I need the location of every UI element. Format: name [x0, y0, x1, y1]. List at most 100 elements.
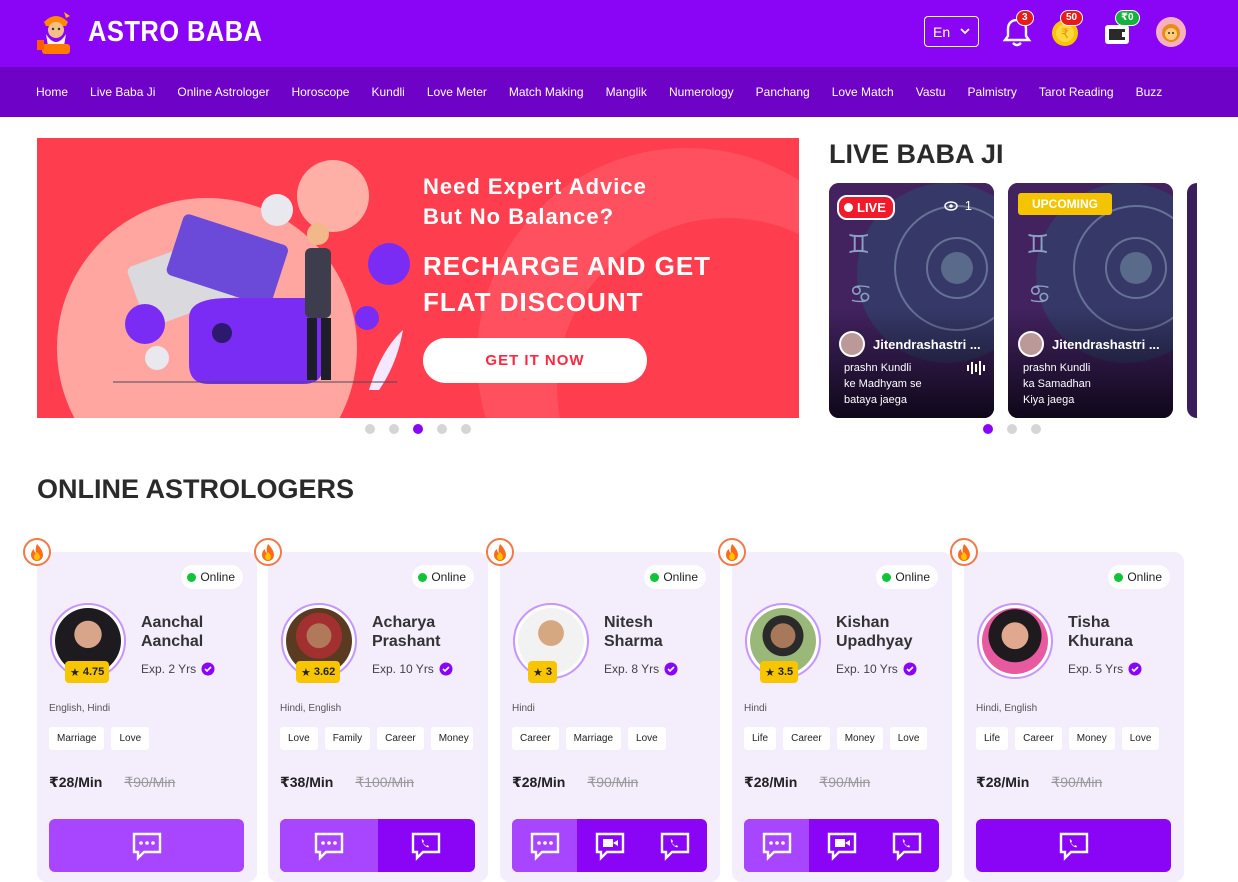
current-price: ₹28/Min	[512, 774, 566, 790]
expertise-tags: Marriage Love	[49, 727, 150, 750]
carousel-dot-active[interactable]	[413, 424, 423, 434]
astrologer-name[interactable]: Nitesh Sharma	[604, 613, 714, 651]
nav-manglik[interactable]: Manglik	[606, 85, 647, 99]
star-icon: ★	[70, 666, 80, 679]
chat-button[interactable]	[49, 819, 244, 872]
astrologer-card[interactable]: Online ★ 3 Nitesh Sharma Exp. 8 Yrs Hindi …	[486, 538, 720, 882]
chat-button[interactable]	[744, 819, 809, 872]
notification-button[interactable]: 3	[1002, 10, 1034, 48]
banner-subtitle-line-1: Need Expert Advice	[423, 174, 647, 199]
rating-value: 3.62	[313, 666, 336, 678]
online-status-label: Online	[431, 570, 466, 584]
astrologer-first-name: Kishan	[836, 614, 890, 631]
experience-text: Exp. 10 Yrs	[836, 662, 898, 676]
expertise-tags: Love Family Career Money	[280, 727, 473, 750]
astrologer-name[interactable]: Kishan Upadhyay	[836, 613, 946, 651]
trending-fire-icon	[718, 538, 746, 566]
next-live-card-peek[interactable]	[1187, 183, 1197, 418]
coins-button[interactable]: ₹ 50	[1050, 10, 1084, 48]
call-button[interactable]	[976, 819, 1171, 872]
get-it-now-button[interactable]: GET IT NOW	[423, 338, 647, 383]
current-price: ₹28/Min	[976, 774, 1030, 790]
carousel-dot[interactable]	[1007, 424, 1017, 434]
astrologer-card[interactable]: Online ★ 3.5 Kishan Upadhyay Exp. 10 Yrs H…	[718, 538, 952, 882]
language-value: En	[933, 23, 951, 40]
video-call-button[interactable]	[809, 819, 874, 872]
nav-kundli[interactable]: Kundli	[371, 85, 404, 99]
expertise-tag: Life	[976, 727, 1009, 750]
svg-text:₹: ₹	[1061, 27, 1069, 42]
original-price: ₹90/Min	[819, 774, 871, 790]
carousel-dot[interactable]	[1031, 424, 1041, 434]
live-dot-icon	[844, 203, 853, 212]
trending-fire-icon	[254, 538, 282, 566]
upcoming-desc-line: ka Samadhan	[1023, 378, 1091, 390]
astrologer-name[interactable]: Acharya Prashant	[372, 613, 482, 651]
chat-button[interactable]	[512, 819, 577, 872]
astrologer-card[interactable]: Online Tisha Khurana Exp. 5 Yrs Hindi, En…	[950, 538, 1184, 882]
call-button[interactable]	[378, 819, 476, 872]
nav-love-meter[interactable]: Love Meter	[427, 85, 487, 99]
languages: Hindi, English	[976, 703, 1038, 714]
call-button[interactable]	[642, 819, 707, 872]
carousel-dot[interactable]	[437, 424, 447, 434]
host-avatar	[839, 331, 865, 357]
nav-horoscope[interactable]: Horoscope	[291, 85, 349, 99]
language-select[interactable]: En	[924, 16, 979, 47]
nav-numerology[interactable]: Numerology	[669, 85, 734, 99]
banner-headline: RECHARGE AND GET FLAT DISCOUNT	[423, 248, 763, 320]
video-call-button[interactable]	[577, 819, 642, 872]
nav-match-making[interactable]: Match Making	[509, 85, 584, 99]
banner-subtitle-line-2: But No Balance?	[423, 204, 615, 229]
price: ₹38/Min ₹100/Min	[280, 774, 414, 791]
host-name-text: Jitendrashastri ...	[873, 336, 981, 352]
carousel-dot-active[interactable]	[983, 424, 993, 434]
nav-palmistry[interactable]: Palmistry	[968, 85, 1017, 99]
nav-panchang[interactable]: Panchang	[756, 85, 810, 99]
nav-love-match[interactable]: Love Match	[832, 85, 894, 99]
wallet-button[interactable]: ₹0	[1102, 10, 1140, 48]
expertise-tag: Career	[783, 727, 830, 750]
upcoming-session-card[interactable]: ♊ ♋ UPCOMING Jitendrashastri ... prashn …	[1008, 183, 1173, 418]
brand-logo[interactable]: ASTRO BABA	[34, 10, 286, 54]
price: ₹28/Min ₹90/Min	[49, 774, 175, 791]
carousel-dot[interactable]	[461, 424, 471, 434]
live-desc-line: bataya jaega	[844, 394, 907, 406]
online-status-badge: Online	[181, 565, 243, 589]
trending-fire-icon	[486, 538, 514, 566]
online-status-badge: Online	[876, 565, 938, 589]
experience-text: Exp. 10 Yrs	[372, 662, 434, 676]
astrologer-name[interactable]: Tisha Khurana	[1068, 613, 1178, 651]
experience-text: Exp. 2 Yrs	[141, 662, 197, 676]
live-session-card[interactable]: ♊ ♋ LIVE 1 Jitendrashastri ... prashn Ku…	[829, 183, 994, 418]
svg-text:♊: ♊	[1026, 230, 1049, 260]
call-button[interactable]	[874, 819, 939, 872]
nav-home[interactable]: Home	[36, 85, 68, 99]
languages: Hindi	[744, 703, 767, 714]
carousel-dot[interactable]	[389, 424, 399, 434]
nav-buzz[interactable]: Buzz	[1136, 85, 1163, 99]
trending-fire-icon	[23, 538, 51, 566]
nav-online-astrologer[interactable]: Online Astrologer	[177, 85, 269, 99]
experience: Exp. 2 Yrs	[141, 662, 215, 676]
upcoming-desc-line: prashn Kundli	[1023, 362, 1091, 374]
astrologer-name[interactable]: Aanchal Aanchal	[141, 613, 251, 651]
astrologer-avatar[interactable]	[977, 603, 1053, 679]
astrologer-card[interactable]: Online ★ 4.75 Aanchal Aanchal Exp. 2 Yrs E…	[23, 538, 257, 882]
rating-badge: ★ 3.62	[296, 661, 341, 683]
nav-tarot-reading[interactable]: Tarot Reading	[1039, 85, 1114, 99]
consult-actions	[512, 819, 707, 872]
promo-banner[interactable]: Need Expert Advice But No Balance? RECHA…	[37, 138, 799, 418]
expertise-tag: Family	[324, 727, 371, 750]
nav-live-baba-ji[interactable]: Live Baba Ji	[90, 85, 155, 99]
svg-text:♋: ♋	[849, 280, 872, 310]
upcoming-desc-line: Kiya jaega	[1023, 394, 1075, 406]
chat-button[interactable]	[280, 819, 378, 872]
carousel-dot[interactable]	[365, 424, 375, 434]
online-status-label: Online	[663, 570, 698, 584]
astrologer-card[interactable]: Online ★ 3.62 Acharya Prashant Exp. 10 Yrs…	[254, 538, 488, 882]
profile-avatar[interactable]	[1155, 16, 1187, 48]
svg-text:♋: ♋	[1028, 280, 1051, 310]
rating-value: 3	[545, 666, 552, 678]
nav-vastu[interactable]: Vastu	[916, 85, 946, 99]
